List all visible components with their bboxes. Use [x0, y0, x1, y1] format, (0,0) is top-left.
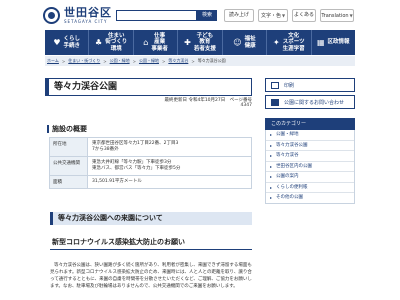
breadcrumb-parks[interactable]: 公園・緑地 — [110, 58, 130, 64]
updated-date: 令和4年10月27日 — [188, 98, 226, 103]
sidebar-item-handbook[interactable]: くらしの便利帳 — [266, 183, 354, 193]
table-header-address: 所在地 — [49, 137, 88, 157]
health-icon: ☺ — [233, 38, 242, 47]
search-input[interactable] — [116, 10, 197, 21]
covid-heading: 新型コロナウイルス感染拡大防止のお願い — [50, 236, 252, 250]
breadcrumb: ホーム > 住まい・街づくり > 公園・緑地 > 公園・緑地 > 等々力渓谷 >… — [45, 56, 355, 66]
info-icon: ▦ — [316, 38, 325, 47]
facility-heading: 施設の概要 — [47, 125, 107, 133]
nav-item-business[interactable]: ⌂ 仕事 産業 事業者 — [134, 30, 179, 55]
sidebar-item-city-parks[interactable]: 世田谷区内の公園 — [266, 162, 354, 172]
sports-icon: ✦ — [272, 38, 280, 47]
breadcrumb-housing[interactable]: 住まい・街づくり — [68, 58, 100, 64]
breadcrumb-home[interactable]: ホーム — [47, 58, 59, 64]
child-icon: ✚ — [184, 38, 191, 47]
park-inquiry-button[interactable]: 公園に関するお問い合わせ — [265, 95, 355, 109]
global-nav: ♥ くらし 手続き ♣ 住まい 街づくり 環境 ⌂ 仕事 産業 事業者 ✚ 子ど… — [45, 30, 355, 55]
chevron-down-icon: ▼ — [349, 13, 353, 18]
visit-heading: 等々力渓谷公園への来園について — [50, 212, 252, 225]
mail-icon — [271, 99, 279, 106]
updated-label: 最終更新日 — [164, 98, 188, 103]
setagaya-emblem-icon — [43, 7, 60, 24]
sidebar-item-other-parks[interactable]: その他の公園 — [266, 193, 354, 203]
table-header-transit: 公共交通機関 — [49, 156, 88, 176]
leaf-icon: ♣ — [95, 38, 103, 47]
notice-paragraph: 等々力渓谷公園は、狭い園路が多く続く箇所があり、利用者が密集し、来園できず滞留す… — [50, 263, 252, 289]
nav-item-housing[interactable]: ♣ 住まい 街づくり 環境 — [89, 30, 134, 55]
logo-title: 世田谷区 — [64, 6, 112, 19]
print-button[interactable]: 印刷 — [265, 78, 355, 92]
chevron-down-icon: ▼ — [281, 13, 286, 18]
page-title: 等々力渓谷公園 — [45, 78, 252, 96]
table-header-area: 面積 — [49, 175, 88, 189]
nav-item-children[interactable]: ✚ 子ども 教育 若者支援 — [178, 30, 223, 55]
breadcrumb-current: 等々力渓谷公園 — [197, 58, 226, 63]
page-id: 4347 — [240, 103, 252, 108]
nav-item-welfare[interactable]: ☺ 福祉 健康 — [223, 30, 268, 55]
table-row: 所在地 東京都世田谷区等々力1丁目22番、2丁目3 7から38番外 — [49, 137, 252, 157]
page-meta: 最終更新日 令和4年10月27日 ページ番号 4347 — [160, 97, 252, 108]
logo-subtitle: SETAGAYA CITY — [64, 19, 108, 24]
site-header: 世田谷区 SETAGAYA CITY 検索 読み上げ 文字・色▼ よくある Tr… — [0, 0, 400, 28]
site-logo[interactable]: 世田谷区 SETAGAYA CITY — [43, 7, 112, 24]
building-icon: ⌂ — [143, 38, 149, 47]
sidebar-list: 公園・緑地 等々力渓谷公園 等々力渓谷 世田谷区内の公園 公園の案内 くらしの便… — [265, 130, 355, 204]
sidebar-item-parks[interactable]: 公園・緑地 — [266, 130, 354, 141]
sidebar-item-todoroki-valley[interactable]: 等々力渓谷 — [266, 151, 354, 162]
nav-item-life[interactable]: ♥ くらし 手続き — [45, 30, 90, 55]
text-color-button[interactable]: 文字・色▼ — [258, 9, 288, 22]
nav-item-government[interactable]: ▦ 区政情報 — [312, 30, 355, 55]
facility-table: 所在地 東京都世田谷区等々力1丁目22番、2丁目3 7から38番外 公共交通機関… — [49, 137, 252, 189]
sidebar-heading: このカテゴリー — [265, 118, 355, 130]
table-row: 公共交通機関 東急大井町線「等々力駅」下車徒歩3分 東急バス、都営バス「等々力」… — [49, 156, 252, 176]
table-cell-transit: 東急大井町線「等々力駅」下車徒歩3分 東急バス、都営バス「等々力」下車徒歩5分 — [87, 156, 252, 176]
table-cell-area: 31,501.91平方メートル — [87, 175, 252, 189]
printer-icon — [271, 82, 279, 89]
breadcrumb-parks-2[interactable]: 公園・緑地 — [139, 58, 159, 64]
table-row: 面積 31,501.91平方メートル — [49, 175, 252, 189]
read-aloud-button[interactable]: 読み上げ — [224, 9, 254, 22]
search-button[interactable]: 検索 — [197, 10, 217, 21]
faq-button[interactable]: よくある — [292, 9, 316, 22]
translation-button[interactable]: Translation▼ — [320, 9, 354, 22]
table-cell-address: 東京都世田谷区等々力1丁目22番、2丁目3 7から38番外 — [87, 137, 252, 157]
heart-icon: ♥ — [53, 38, 61, 47]
nav-item-culture[interactable]: ✦ 文化 スポーツ 生涯学習 — [267, 30, 312, 55]
breadcrumb-valley[interactable]: 等々力渓谷 — [168, 58, 188, 64]
sidebar-item-todoroki-park[interactable]: 等々力渓谷公園 — [266, 141, 354, 151]
sidebar-item-park-guide[interactable]: 公園の案内 — [266, 172, 354, 183]
